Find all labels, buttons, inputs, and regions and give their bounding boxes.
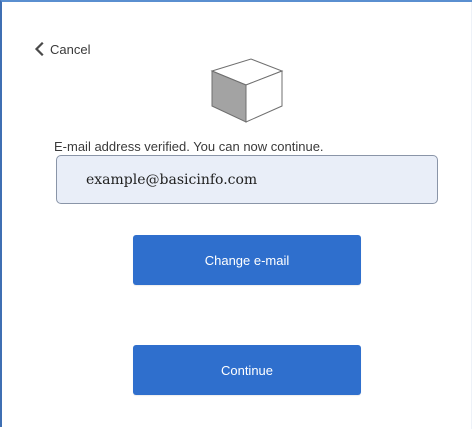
cube-icon bbox=[207, 54, 285, 124]
chevron-left-icon bbox=[34, 41, 44, 57]
cancel-link[interactable]: Cancel bbox=[34, 40, 90, 58]
change-email-label: Change e-mail bbox=[204, 252, 290, 268]
change-email-button[interactable]: Change e-mail bbox=[133, 235, 361, 285]
continue-label: Continue bbox=[220, 362, 274, 378]
cancel-label: Cancel bbox=[50, 41, 91, 57]
dialog-window: Cancel E-mail address verified. You can … bbox=[0, 0, 472, 429]
continue-button[interactable]: Continue bbox=[133, 345, 361, 395]
verification-message: E-mail address verified. You can now con… bbox=[54, 139, 324, 154]
email-value: example@basicinfo.com bbox=[86, 171, 258, 188]
email-field[interactable]: example@basicinfo.com bbox=[56, 155, 438, 204]
